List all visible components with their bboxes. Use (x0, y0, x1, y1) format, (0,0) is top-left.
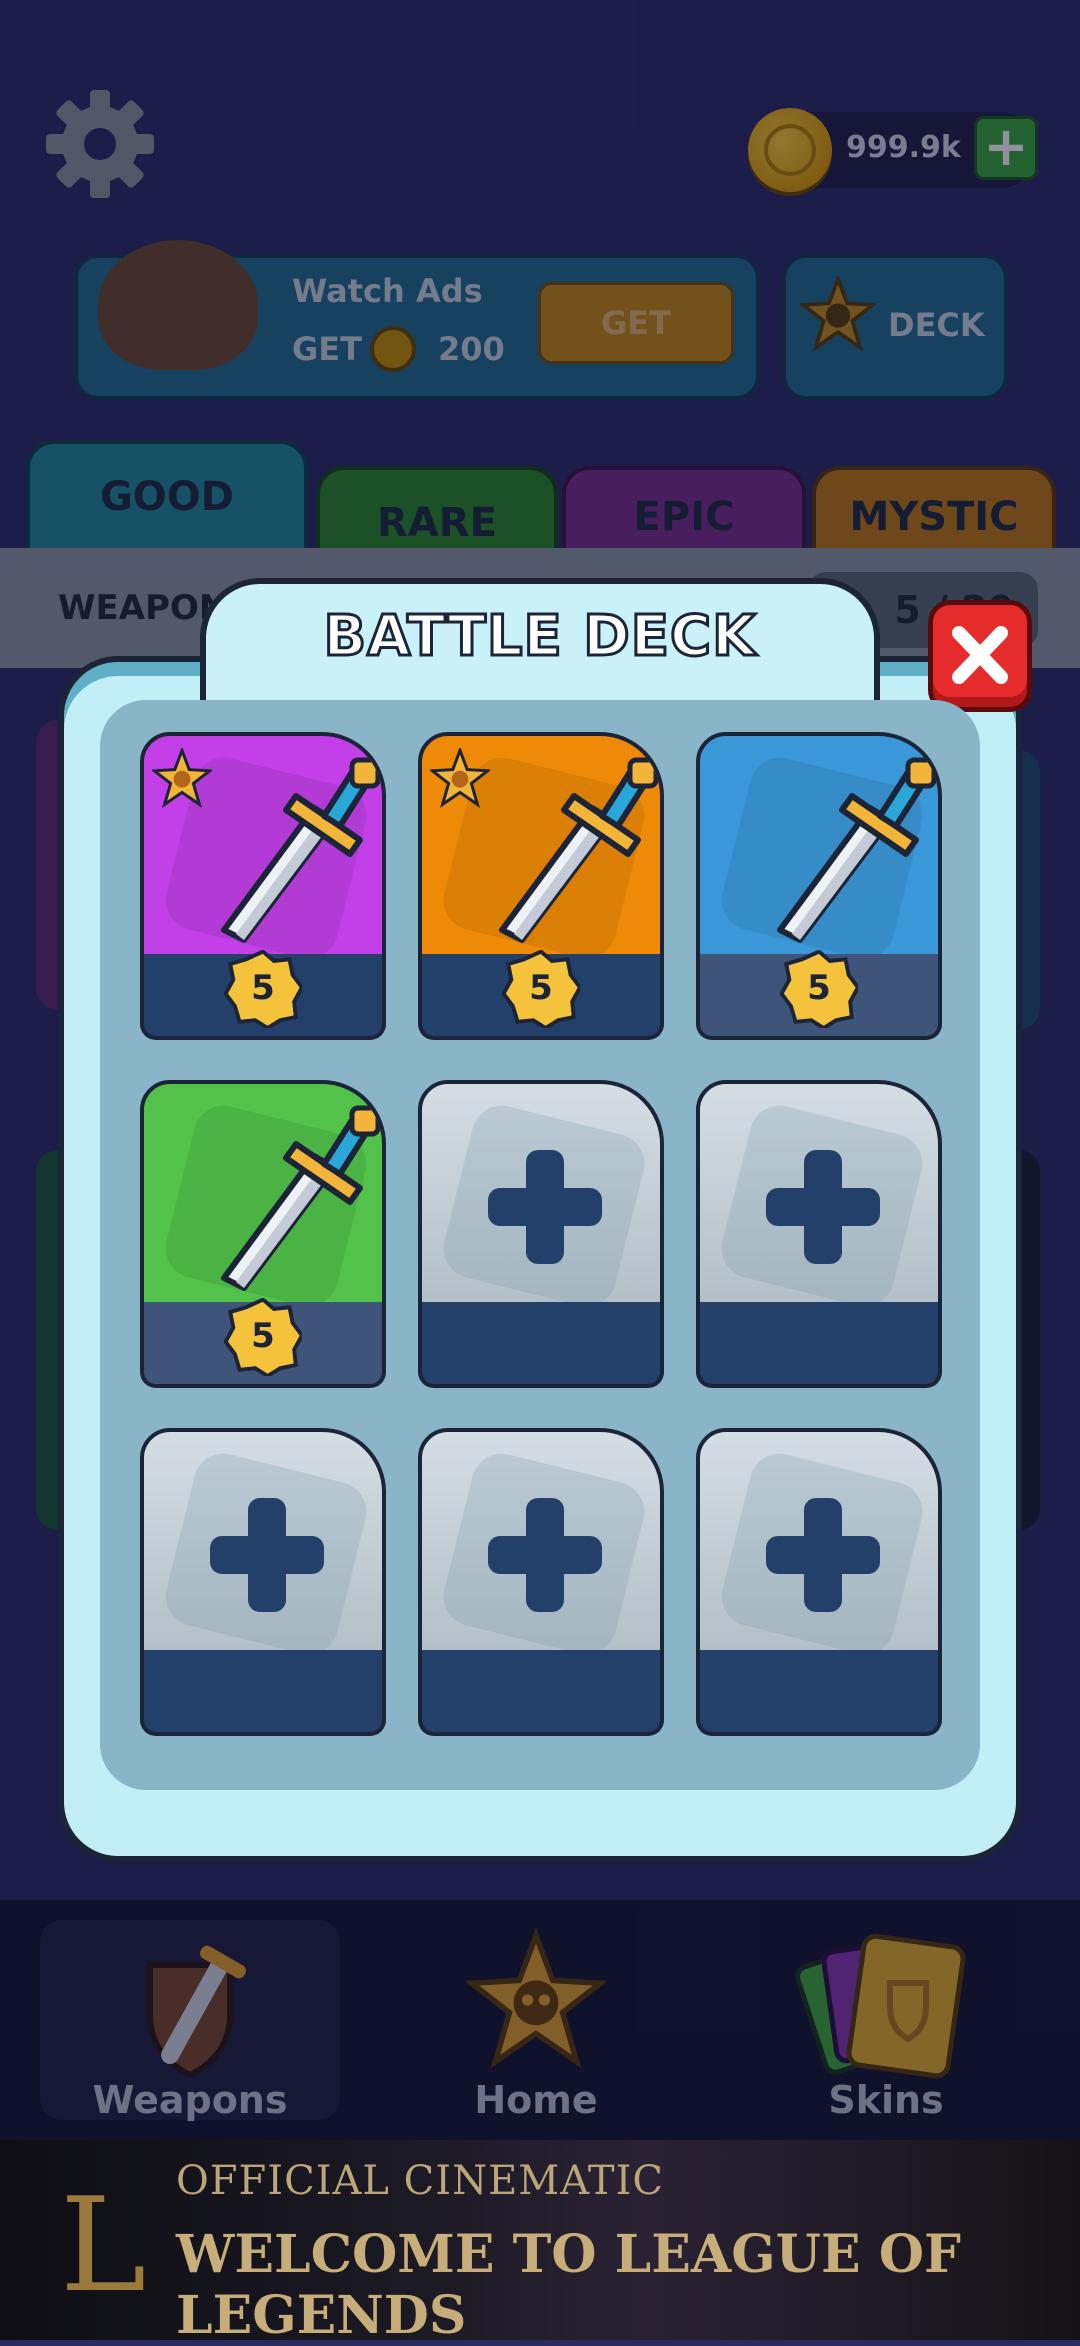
empty-slot-footer (418, 1302, 664, 1388)
modal-title: BATTLE DECK (322, 603, 757, 671)
level-badge: 5 (223, 949, 305, 1031)
sword-icon (221, 757, 381, 943)
deck-slot-epic-weapon[interactable]: 5 (140, 732, 386, 1044)
empty-slot-footer (140, 1650, 386, 1736)
plus-icon (766, 1498, 880, 1612)
empty-slot-footer (696, 1302, 942, 1388)
weapon-card-art (696, 732, 942, 958)
empty-slot-art (418, 1080, 664, 1306)
plus-icon (766, 1150, 880, 1264)
deck-slot-empty[interactable] (696, 1080, 942, 1392)
rank-star-icon (430, 748, 490, 808)
empty-slot-art (696, 1080, 942, 1306)
deck-slot-empty[interactable] (140, 1428, 386, 1740)
league-logo-icon: L (60, 2169, 147, 2321)
plus-icon (488, 1150, 602, 1264)
level-badge: 5 (779, 949, 861, 1031)
deck-slot-mystic-weapon[interactable]: 5 (418, 732, 664, 1044)
empty-slot-footer (696, 1650, 942, 1736)
empty-slot-art (140, 1428, 386, 1654)
level-value: 5 (529, 968, 553, 1008)
plus-icon (488, 1498, 602, 1612)
sword-icon (221, 1105, 381, 1291)
deck-slot-empty[interactable] (418, 1428, 664, 1740)
weapon-card-art (140, 732, 386, 958)
empty-slot-art (696, 1428, 942, 1654)
banner-title: WELCOME TO LEAGUE OF LEGENDS (176, 2224, 961, 2346)
level-badge: 5 (501, 949, 583, 1031)
level-value: 5 (251, 968, 275, 1008)
weapon-card-art (418, 732, 664, 958)
close-button[interactable] (928, 600, 1032, 712)
deck-slot-empty[interactable] (418, 1080, 664, 1392)
deck-slot-good-weapon[interactable]: 5 (696, 732, 942, 1044)
deck-slot-empty[interactable] (696, 1428, 942, 1740)
empty-slot-footer (418, 1650, 664, 1736)
level-value: 5 (807, 968, 831, 1008)
plus-icon (210, 1498, 324, 1612)
weapon-card-art (140, 1080, 386, 1306)
level-value: 5 (251, 1316, 275, 1356)
rank-star-icon (152, 748, 212, 808)
empty-slot-art (418, 1428, 664, 1654)
deck-slot-rare-weapon[interactable]: 5 (140, 1080, 386, 1392)
level-badge: 5 (223, 1297, 305, 1379)
sword-icon (777, 757, 937, 943)
close-icon (952, 626, 1008, 684)
sword-icon (499, 757, 659, 943)
banner-subtitle: OFFICIAL CINEMATIC (176, 2158, 665, 2204)
